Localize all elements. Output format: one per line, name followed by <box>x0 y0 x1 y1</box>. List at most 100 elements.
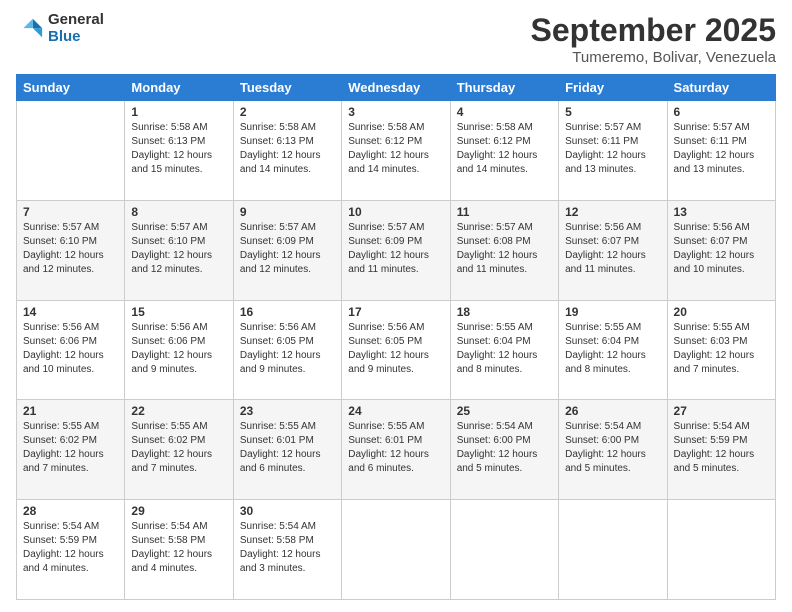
calendar-cell: 4 Sunrise: 5:58 AMSunset: 6:12 PMDaylight… <box>450 101 558 201</box>
logo-icon <box>16 15 44 43</box>
day-number: 29 <box>131 504 226 518</box>
day-number: 12 <box>565 205 660 219</box>
logo-text: General Blue <box>48 12 104 45</box>
day-info: Sunrise: 5:55 AMSunset: 6:01 PMDaylight:… <box>348 420 443 476</box>
day-number: 22 <box>131 404 226 418</box>
day-info: Sunrise: 5:55 AMSunset: 6:02 PMDaylight:… <box>23 420 118 476</box>
logo-blue-text: Blue <box>48 29 104 46</box>
calendar-cell: 11 Sunrise: 5:57 AMSunset: 6:08 PMDayligh… <box>450 200 558 300</box>
weekday-header-row: SundayMondayTuesdayWednesdayThursdayFrid… <box>17 75 776 101</box>
day-number: 13 <box>674 205 769 219</box>
day-info: Sunrise: 5:57 AMSunset: 6:11 PMDaylight:… <box>674 121 769 177</box>
day-number: 15 <box>131 305 226 319</box>
calendar-cell: 8Sunrise: 5:57 AMSunset: 6:10 PMDaylight… <box>125 200 233 300</box>
page: General Blue September 2025 Tumeremo, Bo… <box>0 0 792 612</box>
week-row-3: 14 Sunrise: 5:56 AMSunset: 6:06 PMDayligh… <box>17 300 776 400</box>
day-number: 16 <box>240 305 335 319</box>
day-number: 7 <box>23 205 118 219</box>
calendar-cell: 5Sunrise: 5:57 AMSunset: 6:11 PMDaylight… <box>559 101 667 201</box>
day-info: Sunrise: 5:56 AMSunset: 6:06 PMDaylight:… <box>131 321 226 377</box>
day-info: Sunrise: 5:56 AMSunset: 6:07 PMDaylight:… <box>565 221 660 277</box>
day-info: Sunrise: 5:58 AMSunset: 6:12 PMDaylight:… <box>457 121 552 177</box>
day-number: 1 <box>131 105 226 119</box>
calendar-cell: 17 Sunrise: 5:56 AMSunset: 6:05 PMDayligh… <box>342 300 450 400</box>
subtitle: Tumeremo, Bolivar, Venezuela <box>531 49 776 66</box>
day-info: Sunrise: 5:54 AMSunset: 6:00 PMDaylight:… <box>565 420 660 476</box>
calendar-cell: 21 Sunrise: 5:55 AMSunset: 6:02 PMDayligh… <box>17 400 125 500</box>
calendar-cell: 28 Sunrise: 5:54 AMSunset: 5:59 PMDayligh… <box>17 500 125 600</box>
calendar-cell <box>559 500 667 600</box>
calendar-table: SundayMondayTuesdayWednesdayThursdayFrid… <box>16 74 776 600</box>
calendar-cell: 7 Sunrise: 5:57 AMSunset: 6:10 PMDaylight… <box>17 200 125 300</box>
calendar-cell: 2 Sunrise: 5:58 AMSunset: 6:13 PMDaylight… <box>233 101 341 201</box>
day-number: 20 <box>674 305 769 319</box>
calendar-cell: 10 Sunrise: 5:57 AMSunset: 6:09 PMDayligh… <box>342 200 450 300</box>
day-number: 25 <box>457 404 552 418</box>
calendar-cell: 29 Sunrise: 5:54 AMSunset: 5:58 PMDayligh… <box>125 500 233 600</box>
day-number: 2 <box>240 105 335 119</box>
calendar-cell: 12 Sunrise: 5:56 AMSunset: 6:07 PMDayligh… <box>559 200 667 300</box>
weekday-header-sunday: Sunday <box>17 75 125 101</box>
day-number: 3 <box>348 105 443 119</box>
day-number: 18 <box>457 305 552 319</box>
calendar-cell: 22Sunrise: 5:55 AMSunset: 6:02 PMDayligh… <box>125 400 233 500</box>
day-info: Sunrise: 5:57 AMSunset: 6:10 PMDaylight:… <box>23 221 118 277</box>
title-block: September 2025 Tumeremo, Bolivar, Venezu… <box>531 12 776 66</box>
week-row-4: 21 Sunrise: 5:55 AMSunset: 6:02 PMDayligh… <box>17 400 776 500</box>
week-row-2: 7 Sunrise: 5:57 AMSunset: 6:10 PMDaylight… <box>17 200 776 300</box>
day-number: 19 <box>565 305 660 319</box>
calendar-cell: 23Sunrise: 5:55 AMSunset: 6:01 PMDayligh… <box>233 400 341 500</box>
day-info: Sunrise: 5:54 AMSunset: 5:59 PMDaylight:… <box>23 520 118 576</box>
day-info: Sunrise: 5:55 AMSunset: 6:04 PMDaylight:… <box>565 321 660 377</box>
day-info: Sunrise: 5:58 AMSunset: 6:13 PMDaylight:… <box>240 121 335 177</box>
day-info: Sunrise: 5:58 AMSunset: 6:12 PMDaylight:… <box>348 121 443 177</box>
week-row-5: 28 Sunrise: 5:54 AMSunset: 5:59 PMDayligh… <box>17 500 776 600</box>
calendar-cell <box>342 500 450 600</box>
day-number: 4 <box>457 105 552 119</box>
day-number: 28 <box>23 504 118 518</box>
calendar-cell <box>17 101 125 201</box>
day-number: 21 <box>23 404 118 418</box>
weekday-header-wednesday: Wednesday <box>342 75 450 101</box>
calendar-cell: 16 Sunrise: 5:56 AMSunset: 6:05 PMDayligh… <box>233 300 341 400</box>
day-info: Sunrise: 5:54 AMSunset: 5:58 PMDaylight:… <box>131 520 226 576</box>
week-row-1: 1 Sunrise: 5:58 AMSunset: 6:13 PMDaylight… <box>17 101 776 201</box>
day-number: 26 <box>565 404 660 418</box>
weekday-header-monday: Monday <box>125 75 233 101</box>
day-info: Sunrise: 5:57 AMSunset: 6:09 PMDaylight:… <box>348 221 443 277</box>
day-info: Sunrise: 5:57 AMSunset: 6:08 PMDaylight:… <box>457 221 552 277</box>
calendar-cell <box>450 500 558 600</box>
calendar-cell: 14 Sunrise: 5:56 AMSunset: 6:06 PMDayligh… <box>17 300 125 400</box>
day-info: Sunrise: 5:55 AMSunset: 6:03 PMDaylight:… <box>674 321 769 377</box>
calendar-cell: 24Sunrise: 5:55 AMSunset: 6:01 PMDayligh… <box>342 400 450 500</box>
weekday-header-thursday: Thursday <box>450 75 558 101</box>
day-number: 10 <box>348 205 443 219</box>
calendar-cell: 20 Sunrise: 5:55 AMSunset: 6:03 PMDayligh… <box>667 300 775 400</box>
day-number: 17 <box>348 305 443 319</box>
calendar-header: SundayMondayTuesdayWednesdayThursdayFrid… <box>17 75 776 101</box>
day-number: 6 <box>674 105 769 119</box>
calendar-cell: 1 Sunrise: 5:58 AMSunset: 6:13 PMDaylight… <box>125 101 233 201</box>
day-info: Sunrise: 5:55 AMSunset: 6:04 PMDaylight:… <box>457 321 552 377</box>
day-info: Sunrise: 5:56 AMSunset: 6:05 PMDaylight:… <box>240 321 335 377</box>
day-number: 8 <box>131 205 226 219</box>
day-info: Sunrise: 5:54 AMSunset: 6:00 PMDaylight:… <box>457 420 552 476</box>
day-info: Sunrise: 5:56 AMSunset: 6:06 PMDaylight:… <box>23 321 118 377</box>
calendar-cell: 18 Sunrise: 5:55 AMSunset: 6:04 PMDayligh… <box>450 300 558 400</box>
day-info: Sunrise: 5:56 AMSunset: 6:05 PMDaylight:… <box>348 321 443 377</box>
calendar-cell: 3 Sunrise: 5:58 AMSunset: 6:12 PMDaylight… <box>342 101 450 201</box>
day-number: 14 <box>23 305 118 319</box>
header: General Blue September 2025 Tumeremo, Bo… <box>16 12 776 66</box>
day-info: Sunrise: 5:54 AMSunset: 5:58 PMDaylight:… <box>240 520 335 576</box>
day-info: Sunrise: 5:54 AMSunset: 5:59 PMDaylight:… <box>674 420 769 476</box>
calendar-cell: 25 Sunrise: 5:54 AMSunset: 6:00 PMDayligh… <box>450 400 558 500</box>
calendar-cell: 30 Sunrise: 5:54 AMSunset: 5:58 PMDayligh… <box>233 500 341 600</box>
day-info: Sunrise: 5:57 AMSunset: 6:09 PMDaylight:… <box>240 221 335 277</box>
day-info: Sunrise: 5:58 AMSunset: 6:13 PMDaylight:… <box>131 121 226 177</box>
logo-general-text: General <box>48 12 104 29</box>
day-number: 30 <box>240 504 335 518</box>
calendar-cell: 9Sunrise: 5:57 AMSunset: 6:09 PMDaylight… <box>233 200 341 300</box>
day-number: 11 <box>457 205 552 219</box>
calendar-body: 1 Sunrise: 5:58 AMSunset: 6:13 PMDaylight… <box>17 101 776 600</box>
calendar-cell: 27Sunrise: 5:54 AMSunset: 5:59 PMDayligh… <box>667 400 775 500</box>
